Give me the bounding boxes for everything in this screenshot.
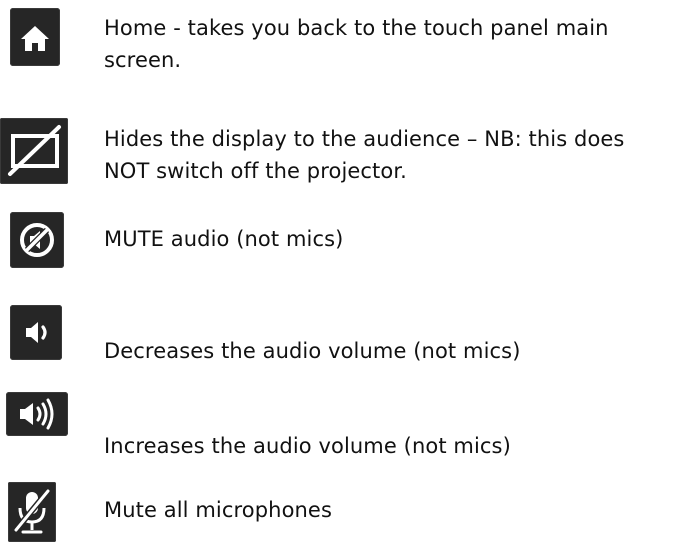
volume-up-icon [6, 392, 68, 436]
home-description-line-2: screen. [104, 48, 182, 72]
volume-up-description-line-1: Increases the audio volume (not mics) [104, 434, 511, 458]
display-off-description: Hides the display to the audience – NB: … [104, 123, 624, 187]
audio-mute-description: MUTE audio (not mics) [104, 223, 343, 255]
display-off-icon [0, 118, 68, 184]
volume-down-description-line-1: Decreases the audio volume (not mics) [104, 339, 521, 363]
volume-down-description: Decreases the audio volume (not mics) [104, 335, 520, 367]
volume-down-icon [10, 305, 62, 360]
audio-mute-icon [10, 212, 64, 268]
mic-mute-description: Mute all microphones [104, 494, 332, 526]
mic-mute-description-line-1: Mute all microphones [104, 498, 332, 522]
display-off-description-line-1: Hides the display to the audience – NB: … [104, 127, 625, 151]
audio-mute-description-line-1: MUTE audio (not mics) [104, 227, 344, 251]
home-description: Home - takes you back to the touch panel… [104, 12, 609, 76]
display-off-description-line-2: NOT switch off the projector. [104, 159, 407, 183]
mic-mute-icon [8, 482, 56, 542]
volume-up-description: Increases the audio volume (not mics) [104, 430, 511, 462]
home-description-line-1: Home - takes you back to the touch panel… [104, 16, 609, 40]
home-icon [10, 8, 60, 66]
